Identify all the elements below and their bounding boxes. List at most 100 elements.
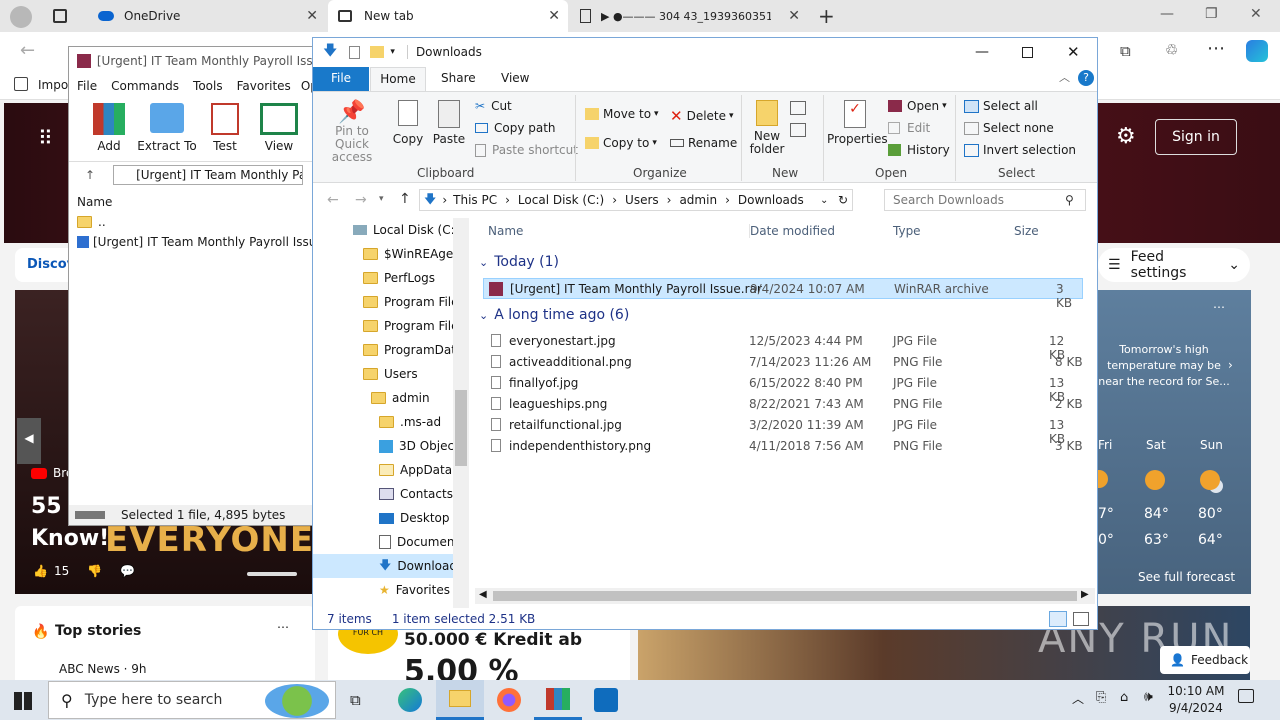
nav-favorites[interactable]: ★ Favorites xyxy=(379,578,450,602)
winrar-test-button[interactable]: Test xyxy=(203,103,247,155)
scroll-right-icon[interactable]: ▶ xyxy=(1081,589,1089,600)
close-window-icon[interactable]: ✕ xyxy=(1250,6,1262,22)
col-header-type[interactable]: Type xyxy=(893,224,921,238)
sign-in-button[interactable]: Sign in xyxy=(1155,119,1237,155)
winrar-view-button[interactable]: View xyxy=(257,103,301,155)
scroll-thumb[interactable] xyxy=(455,390,467,466)
file-row[interactable]: activeadditional.png 7/14/2023 11:26 AM PN… xyxy=(483,352,1083,373)
nav-back-icon[interactable]: ← xyxy=(327,192,339,208)
extensions-icon[interactable]: ♲ xyxy=(1165,41,1178,59)
crumb-local-disk[interactable]: Local Disk (C:) xyxy=(518,193,604,207)
help-icon[interactable]: ? xyxy=(1078,70,1094,86)
search-field[interactable]: Search Downloads ⚲ xyxy=(884,189,1086,211)
start-windows-icon[interactable] xyxy=(14,692,32,710)
new-tab-plus-icon[interactable]: + xyxy=(818,4,835,28)
cut-button[interactable]: ✂ Cut xyxy=(475,99,512,113)
weather-alert[interactable]: Tomorrow's high temperature may be near … xyxy=(1098,342,1230,390)
col-header-size[interactable]: Size xyxy=(1014,224,1039,238)
up-arrow-icon[interactable]: ↑ xyxy=(85,168,95,182)
tab-actions-icon[interactable] xyxy=(53,9,67,23)
nav-desktop[interactable]: Desktop xyxy=(379,506,450,530)
close-tab-icon[interactable]: ✕ xyxy=(548,8,560,24)
new-folder-button[interactable]: New folder xyxy=(745,100,789,156)
minimize-icon[interactable]: — xyxy=(975,44,989,60)
winrar-taskbar-icon[interactable] xyxy=(534,680,582,720)
thumbs-up-icon[interactable]: 👍 xyxy=(33,564,48,578)
close-icon[interactable]: ✕ xyxy=(1067,43,1080,61)
winrar-col-name[interactable]: Name xyxy=(77,195,112,209)
tab-share[interactable]: Share xyxy=(441,71,476,85)
list-item[interactable]: .. xyxy=(77,215,106,229)
wifi-icon[interactable]: ⌂ xyxy=(1120,690,1128,705)
crumb-downloads[interactable]: Downloads xyxy=(738,193,804,207)
select-none-button[interactable]: Select none xyxy=(964,121,1054,135)
tab-new-tab[interactable]: New tab ✕ xyxy=(328,0,568,32)
nav-users[interactable]: Users xyxy=(363,362,418,386)
tab-media[interactable]: ▶ ●——— 304 43_1939360351.A ✕ xyxy=(570,0,808,32)
task-view-icon[interactable]: ⧉ xyxy=(350,691,361,709)
refresh-icon[interactable]: ↻ xyxy=(838,193,848,207)
paste-button[interactable]: Paste xyxy=(431,100,467,146)
edit-button[interactable]: Edit xyxy=(888,121,930,135)
nav-downloads[interactable]: 🡇 Downloads xyxy=(313,554,469,578)
easy-access-icon[interactable] xyxy=(790,123,806,137)
abc-news-source[interactable]: ABC News · 9h xyxy=(59,662,147,676)
file-explorer-taskbar-icon[interactable] xyxy=(436,680,484,720)
feed-settings-button[interactable]: ☰ Feed settings ⌄ xyxy=(1098,248,1250,282)
crumb-this-pc[interactable]: This PC xyxy=(453,193,497,207)
scroll-left-icon[interactable]: ◀ xyxy=(479,589,487,600)
properties-button[interactable]: ✓ Properties xyxy=(827,100,888,146)
collections-icon[interactable]: ⧉ xyxy=(1120,42,1131,60)
horizontal-scrollbar[interactable]: ◀ ▶ xyxy=(475,588,1095,604)
col-header-date[interactable]: Date modified xyxy=(749,224,835,238)
group-header-today[interactable]: ⌄ Today (1) xyxy=(479,254,559,270)
close-tab-icon[interactable]: ✕ xyxy=(788,8,800,24)
restore-icon[interactable]: ❐ xyxy=(1205,6,1218,22)
pin-quick-access-button[interactable]: 📌 Pin to Quick access xyxy=(317,100,387,164)
group-header-old[interactable]: ⌄ A long time ago (6) xyxy=(479,307,629,323)
notifications-icon[interactable] xyxy=(1238,689,1254,703)
comment-icon[interactable]: 💬 xyxy=(120,564,135,578)
nav-contacts[interactable]: Contacts xyxy=(379,482,453,506)
nav-up-icon[interactable]: ↑ xyxy=(399,191,411,207)
chevron-right-icon[interactable]: › xyxy=(1228,358,1233,372)
maximize-icon[interactable] xyxy=(1022,46,1033,58)
nav-program-files-x86[interactable]: Program Files xyxy=(363,314,465,338)
list-item[interactable]: [Urgent] IT Team Monthly Payroll Issue.e… xyxy=(77,235,342,249)
file-row[interactable]: independenthistory.png 4/11/2018 7:56 AM P… xyxy=(483,436,1083,457)
more-options-icon[interactable]: ⋯ xyxy=(277,620,289,634)
tab-file[interactable]: File xyxy=(313,67,369,91)
address-dropdown-icon[interactable]: ⌄ xyxy=(820,195,828,206)
winrar-add-button[interactable]: Add xyxy=(87,103,131,155)
nav-winreagent[interactable]: $WinREAgent xyxy=(363,242,466,266)
nav-ms-ad[interactable]: .ms-ad xyxy=(379,410,441,434)
folder-qa-icon[interactable] xyxy=(370,46,385,58)
tab-view[interactable]: View xyxy=(501,71,529,85)
outlook-icon[interactable] xyxy=(594,688,618,712)
properties-qa-icon[interactable] xyxy=(349,45,361,59)
nav-program-files[interactable]: Program Files xyxy=(363,290,465,314)
nav-programdata[interactable]: ProgramData xyxy=(363,338,463,362)
nav-scrollbar[interactable] xyxy=(453,218,469,608)
see-full-forecast-link[interactable]: See full forecast xyxy=(1138,570,1235,584)
nav-forward-icon[interactable]: → xyxy=(355,192,367,208)
prev-arrow-icon[interactable]: ◀ xyxy=(17,418,41,464)
file-row[interactable]: retailfunctional.jpg 3/2/2020 11:39 AM JPG… xyxy=(483,415,1083,446)
nav-local-disk[interactable]: Local Disk (C:) xyxy=(353,218,459,242)
clock[interactable]: 10:10 AM 9/4/2024 xyxy=(1164,683,1228,717)
copy-to-button[interactable]: Copy to ▾ xyxy=(585,136,657,150)
tray-chevron-icon[interactable]: ︿ xyxy=(1072,690,1084,707)
back-icon[interactable]: ← xyxy=(20,40,35,61)
volume-icon[interactable]: 🕪 xyxy=(1144,689,1153,705)
details-view-icon[interactable] xyxy=(1049,611,1067,627)
recent-dropdown-icon[interactable]: ▾ xyxy=(379,194,384,204)
open-button[interactable]: Open ▾ xyxy=(888,99,947,113)
new-item-icon[interactable] xyxy=(790,101,806,115)
nav-appdata[interactable]: AppData xyxy=(379,458,452,482)
firefox-icon[interactable] xyxy=(497,688,521,712)
taskbar-search-input[interactable]: Type here to search xyxy=(85,692,223,708)
more-icon[interactable]: ⋯ xyxy=(1207,38,1225,59)
profile-avatar[interactable] xyxy=(10,6,32,28)
col-header-name[interactable]: Name xyxy=(488,224,523,238)
close-tab-icon[interactable]: ✕ xyxy=(306,8,318,24)
